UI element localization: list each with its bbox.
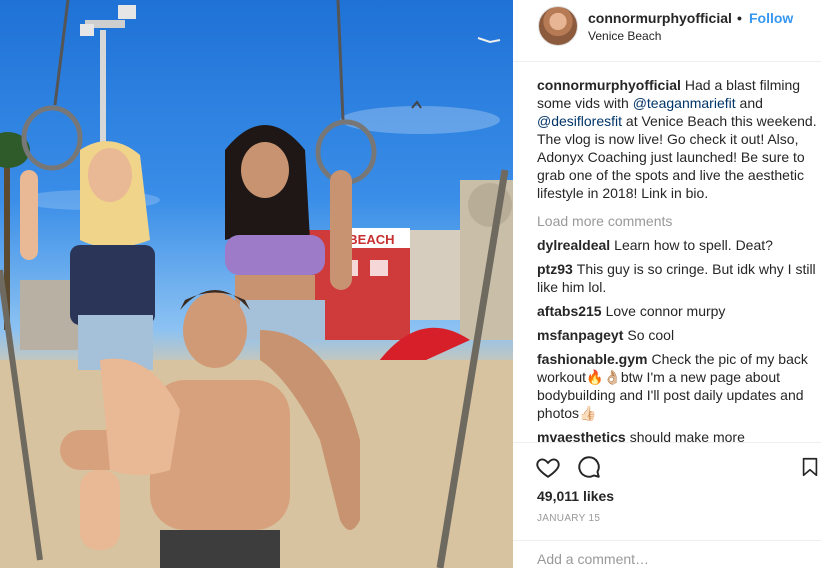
comment-item: mvaesthetics should make more [537, 428, 821, 442]
comment-item: dylrealdeal Learn how to spell. Deat? [537, 236, 821, 254]
comment-text: Love connor murpy [605, 303, 726, 319]
mention-link[interactable]: @teaganmariefit [633, 95, 736, 111]
comment-username[interactable]: aftabs215 [537, 303, 602, 319]
comment-text: Learn how to spell. Deat? [614, 237, 773, 253]
bookmark-icon[interactable] [799, 454, 821, 480]
follow-button[interactable]: Follow [749, 10, 793, 26]
comment-username[interactable]: ptz93 [537, 261, 573, 277]
author-username[interactable]: connormurphyofficial [588, 10, 732, 26]
likes-count[interactable]: 49,011 likes [537, 488, 614, 504]
gym-ring-left [21, 105, 83, 171]
post-photo[interactable]: E BEACH [0, 0, 513, 568]
comment-text: should make more [629, 429, 745, 442]
comment-icon[interactable] [576, 454, 602, 480]
top-left [70, 245, 155, 325]
mention-link[interactable]: @desifloresfit [537, 113, 622, 129]
load-more-comments-button[interactable]: Load more comments [537, 212, 821, 230]
comment-username[interactable]: fashionable.gym [537, 351, 647, 367]
comment-item: fashionable.gym Check the pic of my back … [537, 350, 821, 422]
post-date[interactable]: JANUARY 15 [537, 513, 600, 524]
bird [477, 37, 501, 44]
comment-text: So cool [627, 327, 675, 343]
post-header: connormurphyofficial • Follow Venice Bea… [513, 0, 821, 62]
comment-item: msfanpageyt So cool [537, 326, 821, 344]
separator-dot: • [737, 10, 742, 26]
post-actions: 49,011 likes JANUARY 15 [513, 442, 821, 546]
comment-item: ptz93 This guy is so cringe. But idk why … [537, 260, 821, 296]
beach-scene-image: E BEACH [0, 0, 513, 568]
heart-icon[interactable] [535, 454, 561, 480]
comment-username[interactable]: msfanpageyt [537, 327, 623, 343]
post-caption: connormurphyofficial Had a blast filming … [537, 76, 821, 202]
post-side-panel: connormurphyofficial • Follow Venice Bea… [513, 0, 821, 568]
avatar[interactable] [538, 6, 578, 46]
add-comment-input[interactable]: Add a comment… [513, 540, 821, 568]
comment-text: This guy is so cringe. But idk why I sti… [537, 261, 816, 295]
comment-username[interactable]: dylrealdeal [537, 237, 610, 253]
comment-item: aftabs215 Love connor murpy [537, 302, 821, 320]
comments-list[interactable]: connormurphyofficial Had a blast filming … [537, 76, 821, 442]
caption-username[interactable]: connormurphyofficial [537, 77, 681, 93]
comment-username[interactable]: mvaesthetics [537, 429, 626, 442]
caption-text-2: and [735, 95, 763, 111]
location-link[interactable]: Venice Beach [588, 29, 661, 43]
top-right [225, 235, 325, 275]
